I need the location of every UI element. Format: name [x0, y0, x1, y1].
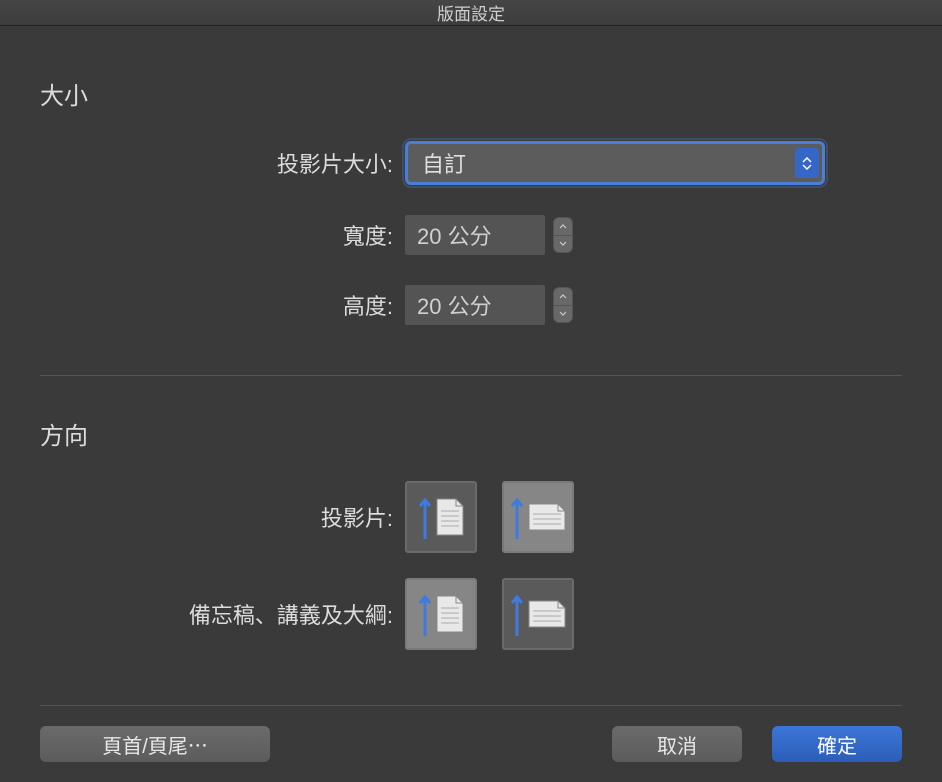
- size-section-label: 大小: [40, 76, 902, 111]
- arrow-up-icon: [510, 495, 524, 539]
- height-label: 高度:: [40, 289, 405, 321]
- button-bar: 頁首/頁尾⋯ 取消 確定: [40, 726, 902, 762]
- slides-orientation-label: 投影片:: [40, 501, 405, 533]
- notes-landscape-button[interactable]: [502, 578, 574, 650]
- page-portrait-icon: [436, 595, 464, 633]
- arrow-up-icon: [510, 592, 524, 636]
- header-footer-button[interactable]: 頁首/頁尾⋯: [40, 726, 270, 762]
- height-input[interactable]: 20 公分: [405, 285, 545, 325]
- width-stepper[interactable]: [553, 217, 573, 253]
- width-label: 寬度:: [40, 219, 405, 251]
- notes-portrait-button[interactable]: [405, 578, 477, 650]
- width-stepper-down[interactable]: [554, 236, 572, 253]
- height-row: 高度: 20 公分: [40, 285, 902, 325]
- notes-orientation-label: 備忘稿、講義及大綱:: [40, 598, 405, 630]
- arrow-up-icon: [418, 495, 432, 539]
- height-stepper[interactable]: [553, 287, 573, 323]
- slide-size-value: 自訂: [422, 147, 466, 179]
- slide-size-select[interactable]: 自訂: [405, 141, 825, 185]
- dialog-content: 大小 投影片大小: 自訂 寬度: 20 公分: [0, 26, 942, 782]
- slides-orientation-row: 投影片:: [40, 481, 902, 553]
- page-setup-dialog: 版面設定 大小 投影片大小: 自訂 寬度: 20 公分: [0, 0, 942, 706]
- page-portrait-icon: [436, 498, 464, 536]
- width-row: 寬度: 20 公分: [40, 215, 902, 255]
- confirm-button[interactable]: 確定: [772, 726, 902, 762]
- section-divider: [40, 375, 902, 376]
- height-stepper-down[interactable]: [554, 306, 572, 323]
- page-landscape-icon: [528, 503, 566, 531]
- height-stepper-up[interactable]: [554, 288, 572, 306]
- slides-landscape-button[interactable]: [502, 481, 574, 553]
- dialog-title: 版面設定: [0, 0, 942, 26]
- slide-size-label: 投影片大小:: [40, 147, 405, 179]
- orientation-section-label: 方向: [40, 416, 902, 451]
- width-input[interactable]: 20 公分: [405, 215, 545, 255]
- width-stepper-up[interactable]: [554, 218, 572, 236]
- page-landscape-icon: [528, 600, 566, 628]
- slides-portrait-button[interactable]: [405, 481, 477, 553]
- cancel-button[interactable]: 取消: [612, 726, 742, 762]
- notes-orientation-row: 備忘稿、講義及大綱:: [40, 578, 902, 650]
- arrow-up-icon: [418, 592, 432, 636]
- select-arrows-icon: [795, 148, 819, 178]
- slide-size-row: 投影片大小: 自訂: [40, 141, 902, 185]
